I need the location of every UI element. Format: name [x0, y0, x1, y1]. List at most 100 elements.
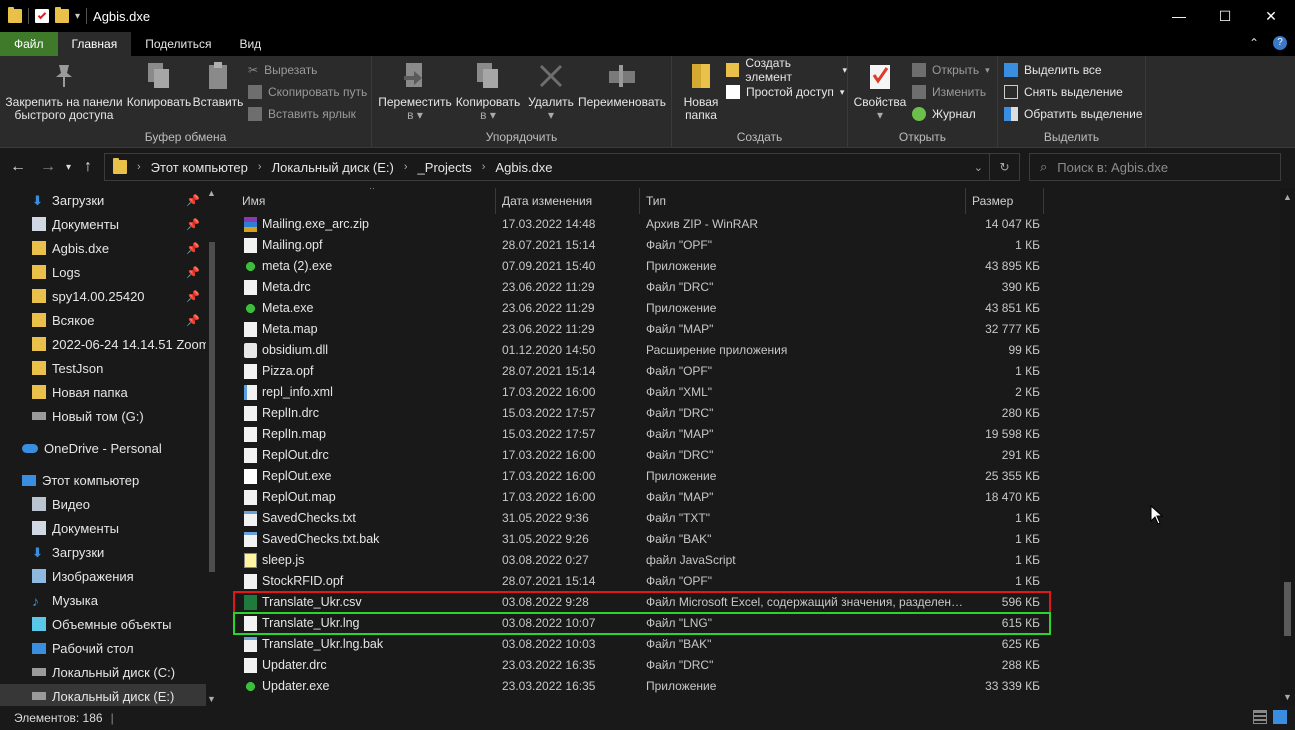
file-row[interactable]: Meta.drc 23.06.2022 11:29 Файл "DRC" 390 КБ	[234, 277, 1050, 298]
file-row[interactable]: Meta.exe 23.06.2022 11:29 Приложение 43 851…	[234, 298, 1050, 319]
forward-button[interactable]: →	[40, 158, 56, 176]
sidebar-item-new-folder[interactable]: Новая папка	[0, 380, 206, 404]
sidebar-item-this-pc[interactable]: Этот компьютер	[0, 468, 206, 492]
help-icon[interactable]: ?	[1273, 36, 1287, 50]
search-box[interactable]: ⌕ Поиск в: Agbis.dxe	[1029, 153, 1281, 181]
new-folder-button[interactable]: Новая папка	[676, 60, 726, 122]
sidebar-item-desktop[interactable]: Рабочий стол	[0, 636, 206, 660]
rename-button[interactable]: Переименовать	[576, 60, 668, 109]
delete-button[interactable]: Удалить ▾	[526, 60, 576, 122]
file-row[interactable]: meta (2).exe 07.09.2021 15:40 Приложение 43…	[234, 256, 1050, 277]
maximize-button[interactable]: ☐	[1202, 0, 1248, 32]
sidebar-item-drive-g[interactable]: Новый том (G:)	[0, 404, 206, 428]
copy-to-button[interactable]: Копировать в ▾	[452, 60, 524, 122]
details-view-icon[interactable]	[1253, 710, 1267, 724]
copy-path-button[interactable]: Скопировать путь	[248, 82, 367, 102]
sidebar-item-drive-c[interactable]: Локальный диск (C:)	[0, 660, 206, 684]
tab-home[interactable]: Главная	[57, 32, 132, 56]
copy-button[interactable]: Копировать	[124, 60, 194, 109]
invert-selection-button[interactable]: Обратить выделение	[1004, 104, 1143, 124]
file-row[interactable]: Updater.drc 23.03.2022 16:35 Файл "DRC" 288…	[234, 655, 1050, 676]
breadcrumb-item[interactable]: Agbis.dxe	[495, 160, 552, 175]
sidebar-item-misc[interactable]: Всякое 📌	[0, 308, 206, 332]
collapse-ribbon-icon[interactable]: ⌃	[1249, 36, 1259, 50]
new-item-button[interactable]: Создать элемент ▾	[726, 56, 847, 84]
sidebar-item-spy[interactable]: spy14.00.25420 📌	[0, 284, 206, 308]
file-row[interactable]: Pizza.opf 28.07.2021 15:14 Файл "OPF" 1 КБ	[234, 361, 1050, 382]
sidebar-item-zoom[interactable]: 2022-06-24 14.14.51 Zoom M	[0, 332, 206, 356]
file-list-scrollbar[interactable]: ▲ ▼	[1280, 188, 1295, 706]
select-all-button[interactable]: Выделить все	[1004, 60, 1102, 80]
edit-button[interactable]: Изменить	[912, 82, 986, 102]
paste-shortcut-button[interactable]: Вставить ярлык	[248, 104, 356, 124]
file-row[interactable]: ReplIn.drc 15.03.2022 17:57 Файл "DRC" 280 …	[234, 403, 1050, 424]
file-row[interactable]: StockRFID.opf 28.07.2021 15:14 Файл "OPF" 1…	[234, 571, 1050, 592]
file-row[interactable]: ReplOut.exe 17.03.2022 16:00 Приложение 25 …	[234, 466, 1050, 487]
file-row[interactable]: ReplOut.map 17.03.2022 16:00 Файл "MAP" 18 …	[234, 487, 1050, 508]
sidebar-item-testjson[interactable]: TestJson	[0, 356, 206, 380]
new-folder-quick-icon[interactable]	[55, 7, 69, 23]
refresh-icon[interactable]: ↻	[989, 153, 1019, 181]
file-row[interactable]: repl_info.xml 17.03.2022 16:00 Файл "XML" 2…	[234, 382, 1050, 403]
file-row[interactable]: Updater.exe 23.03.2022 16:35 Приложение 33 …	[234, 676, 1050, 697]
recent-locations-button[interactable]: ▾	[66, 162, 71, 173]
properties-quick-icon[interactable]	[35, 9, 49, 23]
sidebar-scrollbar[interactable]: ▲ ▼	[206, 188, 218, 706]
chevron-down-icon[interactable]: ▾	[75, 11, 80, 22]
open-button[interactable]: Открыть ▾	[912, 60, 990, 80]
sidebar-item-downloads-2[interactable]: ⬇ Загрузки	[0, 540, 206, 564]
file-row[interactable]: Translate_Ukr.csv 03.08.2022 9:28 Файл Mic…	[233, 591, 1051, 614]
sidebar-item-pictures[interactable]: Изображения	[0, 564, 206, 588]
file-row[interactable]: Meta.map 23.06.2022 11:29 Файл "MAP" 32 777…	[234, 319, 1050, 340]
close-button[interactable]: ✕	[1248, 0, 1294, 32]
sidebar-item-3d-objects[interactable]: Объемные объекты	[0, 612, 206, 636]
up-button[interactable]: ↑	[84, 158, 92, 176]
sidebar-item-logs[interactable]: Logs 📌	[0, 260, 206, 284]
select-none-button[interactable]: Снять выделение	[1004, 82, 1123, 102]
file-row[interactable]: obsidium.dll 01.12.2020 14:50 Расширение п…	[234, 340, 1050, 361]
file-row[interactable]: Mailing.exe_arc.zip 17.03.2022 14:48 Архив…	[234, 214, 1050, 235]
sidebar-item-music[interactable]: ♪ Музыка	[0, 588, 206, 612]
cut-button[interactable]: ✂ Вырезать	[248, 60, 317, 80]
properties-button[interactable]: Свойства ▾	[852, 60, 908, 122]
column-date-header[interactable]: Дата изменения	[496, 188, 640, 214]
large-icons-view-icon[interactable]	[1273, 710, 1287, 724]
back-button[interactable]: ←	[10, 158, 26, 176]
breadcrumb-item[interactable]: _Projects	[418, 160, 472, 175]
file-row[interactable]: ReplIn.map 15.03.2022 17:57 Файл "MAP" 19 5…	[234, 424, 1050, 445]
scroll-up-icon[interactable]: ▲	[207, 188, 216, 198]
file-row[interactable]: sleep.js 03.08.2022 0:27 файл JavaScript 1 …	[234, 550, 1050, 571]
file-row[interactable]: Translate_Ukr.lng 03.08.2022 10:07 Файл "L…	[233, 612, 1051, 635]
scroll-up-icon[interactable]: ▲	[1283, 192, 1292, 202]
paste-button[interactable]: Вставить	[190, 60, 246, 109]
sidebar-item-documents[interactable]: Документы 📌	[0, 212, 206, 236]
history-button[interactable]: Журнал	[912, 104, 976, 124]
tab-share[interactable]: Поделиться	[131, 32, 225, 56]
sidebar-item-downloads[interactable]: ⬇ Загрузки 📌	[0, 188, 206, 212]
tab-view[interactable]: Вид	[225, 32, 275, 56]
column-type-header[interactable]: Тип	[640, 188, 966, 214]
breadcrumb-item[interactable]: Этот компьютер	[151, 160, 248, 175]
sidebar-item-onedrive[interactable]: OneDrive - Personal	[0, 436, 206, 460]
move-to-button[interactable]: Переместить в ▾	[378, 60, 452, 122]
file-row[interactable]: Mailing.opf 28.07.2021 15:14 Файл "OPF" 1 К…	[234, 235, 1050, 256]
minimize-button[interactable]: —	[1156, 0, 1202, 32]
sidebar-item-documents-2[interactable]: Документы	[0, 516, 206, 540]
address-bar[interactable]: › Этот компьютер › Локальный диск (E:) ›…	[104, 153, 1020, 181]
file-list-scroll-thumb[interactable]	[1284, 582, 1291, 636]
sidebar-item-agbis[interactable]: Agbis.dxe 📌	[0, 236, 206, 260]
file-row[interactable]: Translate_Ukr.lng.bak 03.08.2022 10:03 Фай…	[234, 634, 1050, 655]
column-name-header[interactable]: Имя ^	[234, 188, 496, 214]
pin-quick-access-button[interactable]: Закрепить на панели быстрого доступа	[4, 60, 124, 122]
breadcrumb-item[interactable]: Локальный диск (E:)	[272, 160, 394, 175]
address-dropdown-icon[interactable]: ⌄	[974, 161, 983, 174]
file-row[interactable]: SavedChecks.txt.bak 31.05.2022 9:26 Файл "…	[234, 529, 1050, 550]
scroll-down-icon[interactable]: ▼	[1283, 692, 1292, 702]
tab-file[interactable]: Файл	[0, 32, 58, 56]
scroll-down-icon[interactable]: ▼	[207, 694, 216, 704]
sidebar-scroll-thumb[interactable]	[209, 242, 215, 572]
sidebar-item-drive-e[interactable]: Локальный диск (E:)	[0, 684, 206, 706]
sidebar-item-video[interactable]: Видео	[0, 492, 206, 516]
column-size-header[interactable]: Размер	[966, 188, 1044, 214]
easy-access-button[interactable]: Простой доступ ▾	[726, 82, 844, 102]
